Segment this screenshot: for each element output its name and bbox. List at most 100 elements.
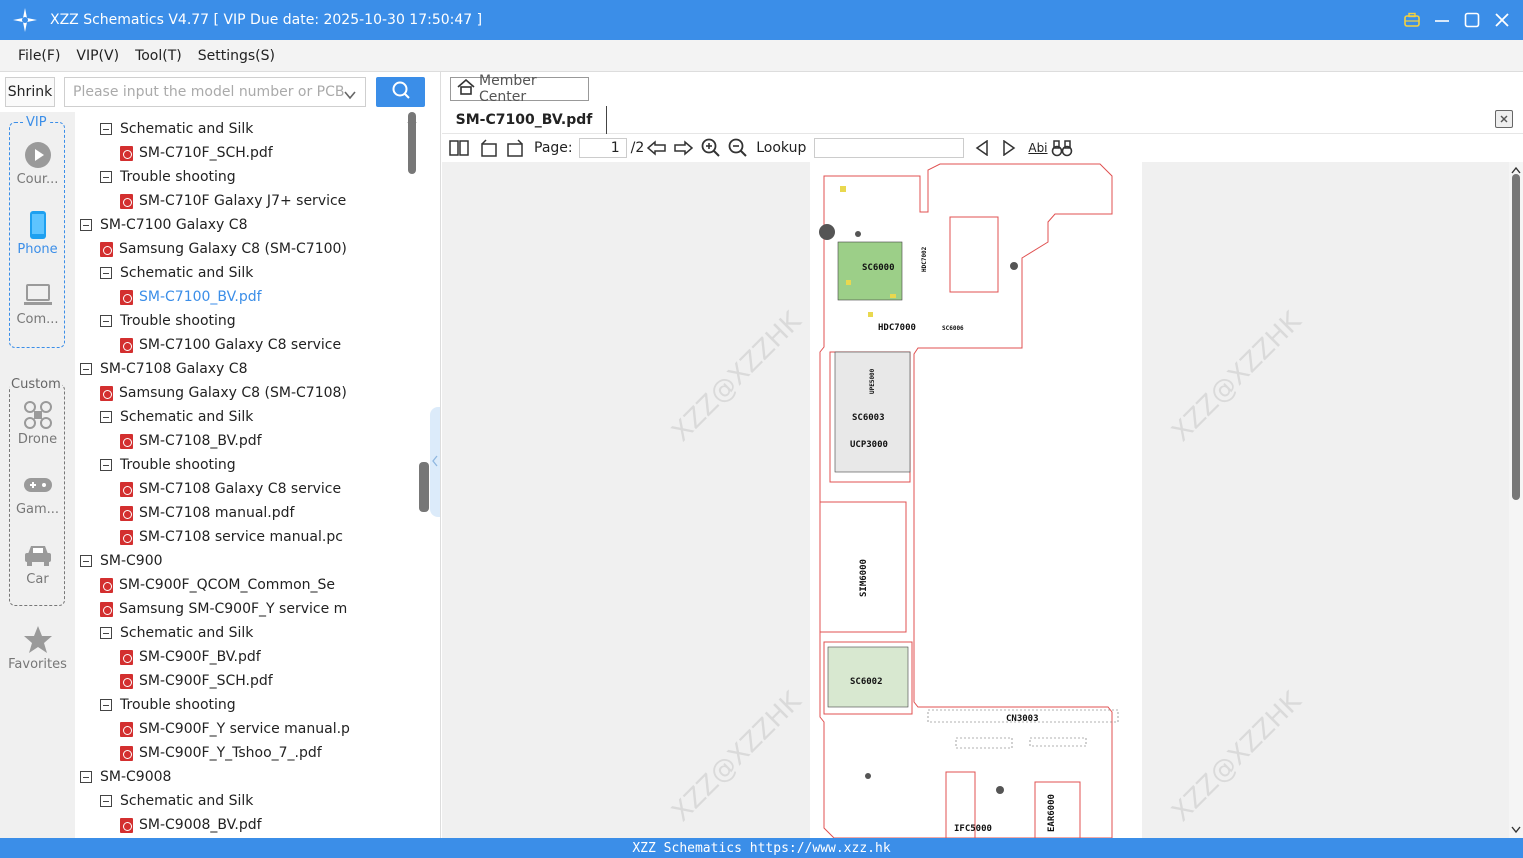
- collapse-icon[interactable]: [80, 219, 92, 231]
- tree-folder[interactable]: Schematic and Silk: [100, 789, 405, 813]
- binoculars-icon[interactable]: [1048, 139, 1076, 157]
- menu-settings[interactable]: Settings(S): [198, 48, 275, 64]
- tree-file[interactable]: SM-C900F_SCH.pdf: [120, 669, 405, 693]
- tab-document[interactable]: SM-C7100_BV.pdf: [442, 106, 607, 134]
- tree-folder[interactable]: Schematic and Silk: [100, 621, 405, 645]
- tree-folder[interactable]: Trouble shooting: [100, 309, 405, 333]
- tree-folder[interactable]: Trouble shooting: [100, 453, 405, 477]
- arrow-left-icon[interactable]: [644, 140, 670, 156]
- chevron-down-icon[interactable]: [343, 84, 357, 112]
- arrow-right-icon[interactable]: [670, 140, 696, 156]
- rotate-left-icon[interactable]: [476, 139, 502, 157]
- tree-folder[interactable]: Trouble shooting: [100, 165, 405, 189]
- collapse-icon[interactable]: [100, 699, 112, 711]
- rail-item-favorites[interactable]: Favorites: [0, 626, 75, 672]
- tree-label: SM-C900F_QCOM_Common_Se: [119, 577, 336, 593]
- watermark: XZZ@XZZHK: [666, 686, 808, 828]
- tree-label: SM-C9008_BV.pdf: [139, 817, 262, 833]
- close-tab-icon[interactable]: [1495, 110, 1513, 128]
- collapse-icon[interactable]: [100, 267, 112, 279]
- briefcase-icon[interactable]: [1403, 11, 1421, 29]
- tree-file[interactable]: SM-C900F_Y_Tshoo_7_.pdf: [120, 741, 405, 765]
- rail-item-phone[interactable]: Phone: [0, 210, 75, 257]
- viewer-scrollbar-thumb[interactable]: [1512, 174, 1520, 500]
- viewer-scrollbar[interactable]: [1509, 162, 1523, 838]
- panel-resize-handle[interactable]: [419, 462, 429, 512]
- tree-file[interactable]: SM-C710F Galaxy J7+ service: [120, 189, 405, 213]
- tree-file[interactable]: SM-C7108 Galaxy C8 service: [120, 477, 405, 501]
- maximize-icon[interactable]: [1463, 11, 1481, 29]
- rail-item-courses[interactable]: Cour...: [0, 142, 75, 187]
- collapse-icon[interactable]: [100, 411, 112, 423]
- search-input[interactable]: Please input the model number or PCB: [64, 77, 366, 107]
- tree-file[interactable]: Samsung Galaxy C8 (SM-C7108): [100, 381, 405, 405]
- collapse-icon[interactable]: [100, 459, 112, 471]
- menu-vip[interactable]: VIP(V): [76, 48, 119, 64]
- watermark: XZZ@XZZHK: [1166, 686, 1308, 828]
- tree-folder[interactable]: SM-C9008: [80, 765, 405, 789]
- search-button[interactable]: [376, 77, 425, 107]
- next-result-icon[interactable]: [1000, 140, 1018, 156]
- collapse-icon[interactable]: [100, 171, 112, 183]
- pcb-board-drawing: SC6000 HDC7000 SC6003 UCP3000 SIM6000 SC…: [819, 163, 1119, 838]
- lookup-input[interactable]: [814, 138, 965, 158]
- rail-item-games[interactable]: Gam...: [0, 472, 75, 517]
- member-center-button[interactable]: Member Center: [450, 73, 589, 105]
- collapse-icon[interactable]: [80, 363, 92, 375]
- tree-file[interactable]: SM-C900F_QCOM_Common_Se: [100, 573, 405, 597]
- pdf-viewer[interactable]: XZZ@XZZHK XZZ@XZZHK XZZ@XZZHK XZZ@XZZHK …: [442, 162, 1523, 838]
- collapse-icon[interactable]: [100, 315, 112, 327]
- collapse-panel-button[interactable]: [430, 407, 440, 517]
- tree-file[interactable]: SM-C7108 service manual.pc: [120, 525, 405, 549]
- rail-item-computer[interactable]: Com...: [0, 282, 75, 327]
- board-label: SC6000: [862, 263, 895, 273]
- tree-folder[interactable]: Trouble shooting: [100, 693, 405, 717]
- two-page-icon[interactable]: [442, 139, 476, 157]
- home-icon: [457, 78, 475, 99]
- tree-file[interactable]: SM-C900F_Y service manual.p: [120, 717, 405, 741]
- tree-file[interactable]: Samsung SM-C900F_Y service m: [100, 597, 405, 621]
- tree-file[interactable]: SM-C7100_BV.pdf: [120, 285, 405, 309]
- collapse-icon[interactable]: [80, 771, 92, 783]
- tree-folder[interactable]: Schematic and Silk: [100, 405, 405, 429]
- match-case-button[interactable]: Abi: [1028, 141, 1047, 155]
- app-logo-icon: [11, 6, 39, 34]
- pdf-page[interactable]: SC6000 HDC7000 SC6003 UCP3000 SIM6000 SC…: [810, 162, 1142, 838]
- tree-folder[interactable]: Schematic and Silk: [100, 261, 405, 285]
- menu-tool[interactable]: Tool(T): [135, 48, 182, 64]
- window-title: XZZ Schematics V4.77 [ VIP Due date: 202…: [50, 12, 483, 28]
- zoom-in-icon[interactable]: [696, 138, 726, 158]
- collapse-icon[interactable]: [100, 795, 112, 807]
- tree-file[interactable]: SM-C9008_BV.pdf: [120, 813, 405, 837]
- tree-label: SM-C900F_BV.pdf: [139, 649, 261, 665]
- phone-icon: [28, 210, 48, 244]
- tree-folder[interactable]: Schematic and Silk: [100, 117, 405, 141]
- tree-folder[interactable]: SM-C900: [80, 549, 405, 573]
- tree-label: Schematic and Silk: [120, 121, 254, 137]
- tree-scrollbar-thumb[interactable]: [408, 112, 416, 174]
- tree-file[interactable]: SM-C710F_SCH.pdf: [120, 141, 405, 165]
- tree-file[interactable]: SM-C7100 Galaxy C8 service: [120, 333, 405, 357]
- tree-folder[interactable]: SM-C7100 Galaxy C8: [80, 213, 405, 237]
- tree-file[interactable]: Samsung Galaxy C8 (SM-C7100): [100, 237, 405, 261]
- rail-item-drone[interactable]: Drone: [0, 401, 75, 447]
- rail-item-car[interactable]: Car: [0, 542, 75, 587]
- menu-file[interactable]: File(F): [18, 48, 60, 64]
- page-number-input[interactable]: 1: [578, 138, 627, 158]
- collapse-icon[interactable]: [80, 555, 92, 567]
- collapse-icon[interactable]: [100, 627, 112, 639]
- tree-file[interactable]: SM-C900F_BV.pdf: [120, 645, 405, 669]
- minimize-icon[interactable]: [1433, 11, 1451, 29]
- tree-file[interactable]: SM-C7108 manual.pdf: [120, 501, 405, 525]
- previous-result-icon[interactable]: [964, 140, 1000, 156]
- collapse-icon[interactable]: [100, 123, 112, 135]
- zoom-out-icon[interactable]: [726, 138, 750, 158]
- tree-label: SM-C900F_Y service manual.p: [139, 721, 350, 737]
- tree-folder[interactable]: SM-C7108 Galaxy C8: [80, 357, 405, 381]
- close-icon[interactable]: [1493, 11, 1511, 29]
- chevron-down-icon[interactable]: [1511, 822, 1521, 838]
- tree-file[interactable]: SM-C7108_BV.pdf: [120, 429, 405, 453]
- shrink-button[interactable]: Shrink: [5, 77, 55, 107]
- rotate-right-icon[interactable]: [502, 139, 528, 157]
- tree-scrollbar[interactable]: [406, 112, 418, 838]
